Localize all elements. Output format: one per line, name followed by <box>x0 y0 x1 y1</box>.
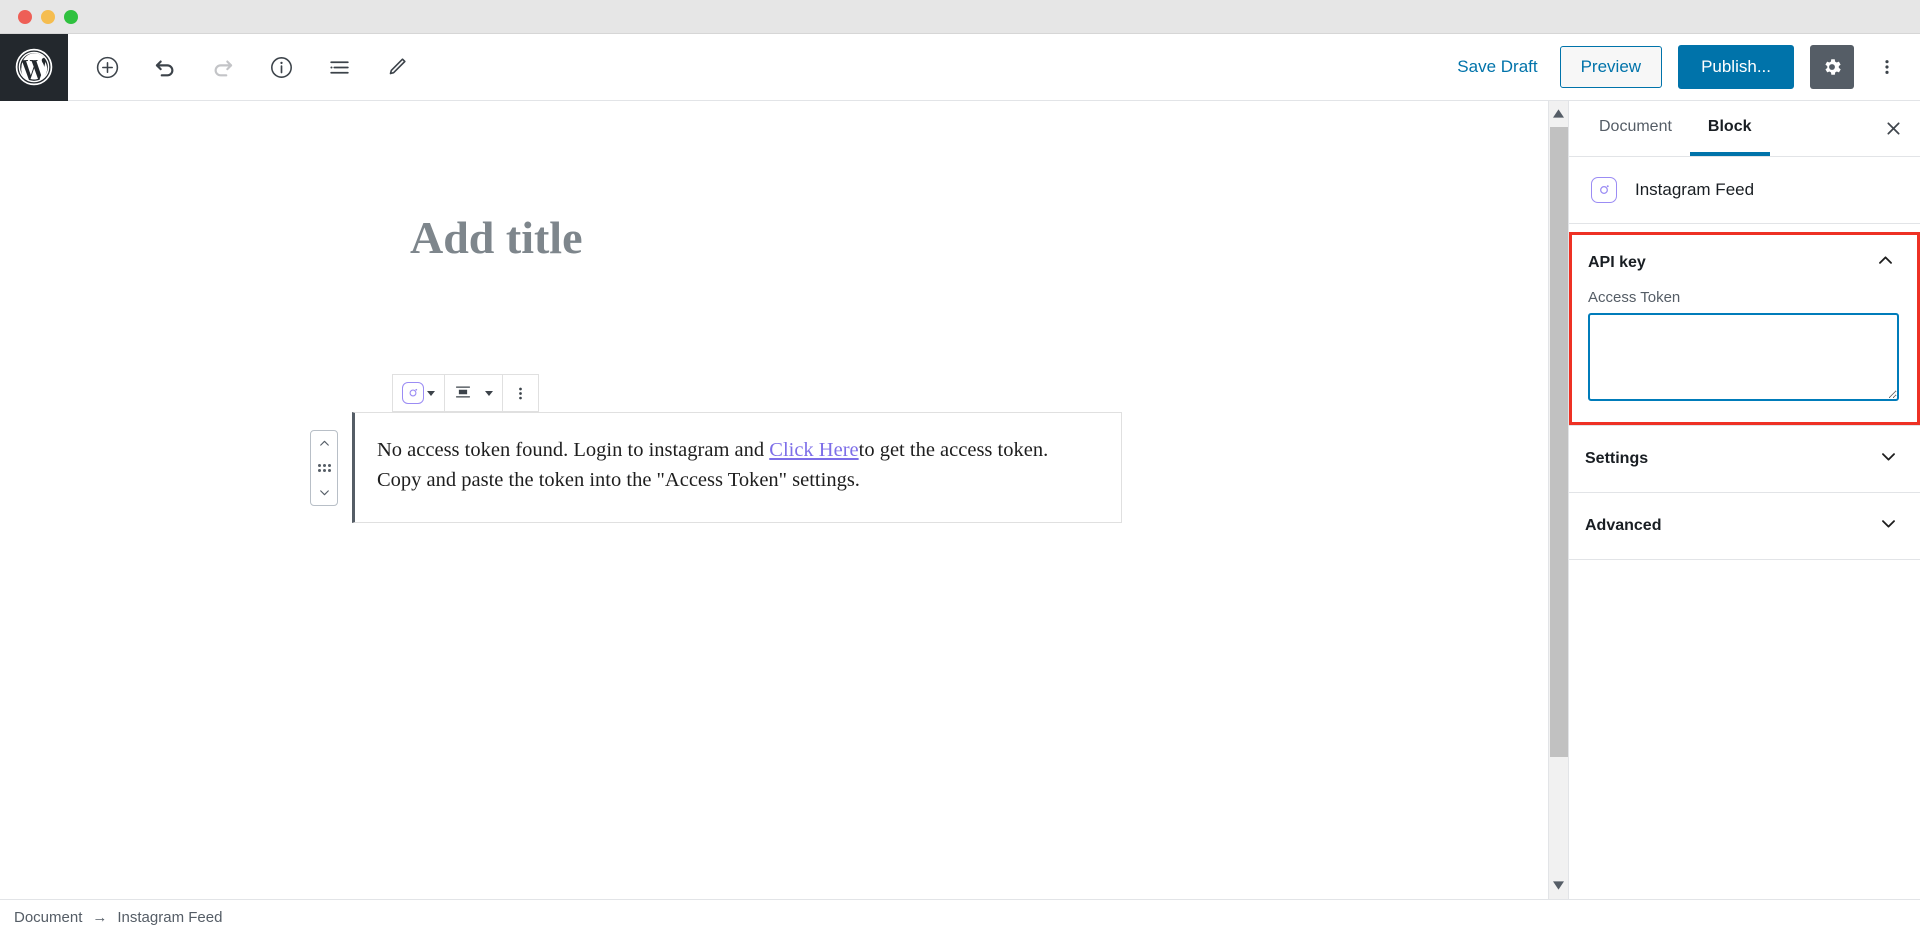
editor-canvas[interactable]: Add title No access token found. Login t… <box>0 101 1548 899</box>
block-name-label: Instagram Feed <box>1635 180 1755 199</box>
panel-settings-title: Settings <box>1585 450 1649 467</box>
block-align-button[interactable] <box>445 375 502 411</box>
add-block-button[interactable] <box>82 42 132 92</box>
panel-api-key-title: API key <box>1588 254 1646 271</box>
tab-document[interactable]: Document <box>1581 101 1690 156</box>
close-sidebar-button[interactable] <box>1866 101 1920 156</box>
block-toolbar <box>392 374 539 412</box>
breadcrumb-separator: → <box>92 909 108 926</box>
settings-sidebar: Document Block Instagram Feed API key Ac… <box>1568 101 1920 899</box>
message-part-before: No access token found. Login to instagra… <box>377 439 770 461</box>
block-message-text: No access token found. Login to instagra… <box>377 435 1095 496</box>
undo-button[interactable] <box>140 42 190 92</box>
chevron-up-icon[interactable] <box>1876 251 1895 275</box>
block-mover-controls <box>310 430 338 506</box>
breadcrumb-item-document[interactable]: Document <box>14 909 82 926</box>
scroll-up-arrow-icon[interactable] <box>1553 101 1564 127</box>
chevron-down-icon <box>427 390 435 396</box>
tab-block[interactable]: Block <box>1689 101 1770 156</box>
settings-gear-button[interactable] <box>1810 45 1854 89</box>
chevron-down-icon <box>319 490 329 496</box>
window-maximize-button[interactable] <box>64 9 78 24</box>
selected-block-region: No access token found. Login to instagra… <box>310 374 1122 523</box>
chevron-down-icon <box>485 390 493 396</box>
panel-api-key-body: Access Token <box>1572 289 1917 422</box>
block-type-group <box>393 375 445 411</box>
list-view-button[interactable] <box>314 42 364 92</box>
block-more-options-button[interactable] <box>503 375 538 411</box>
breadcrumb-item-block[interactable]: Instagram Feed <box>117 909 222 926</box>
sidebar-tab-list: Document Block <box>1569 101 1920 157</box>
block-type-button[interactable] <box>393 375 444 411</box>
scrollbar-track[interactable] <box>1549 127 1568 873</box>
access-token-label: Access Token <box>1588 289 1681 306</box>
pencil-icon[interactable] <box>372 42 422 92</box>
preview-button[interactable]: Preview <box>1559 46 1663 88</box>
move-block-up-button[interactable] <box>318 437 331 450</box>
publish-actions-group: Save Draft Preview Publish... <box>1451 45 1920 89</box>
click-here-link[interactable]: Click Here <box>769 439 858 461</box>
canvas-scrollbar[interactable] <box>1548 101 1568 899</box>
save-draft-button[interactable]: Save Draft <box>1451 49 1543 85</box>
breadcrumb: Document → Instagram Feed <box>0 899 1920 935</box>
content-info-button[interactable] <box>256 42 306 92</box>
editor-body: Add title No access token found. Login t… <box>0 101 1920 899</box>
instagram-icon <box>1591 177 1617 203</box>
scroll-down-arrow-icon[interactable] <box>1553 873 1564 899</box>
editor-top-bar: Save Draft Preview Publish... <box>0 33 1920 101</box>
align-center-icon <box>454 383 472 404</box>
panel-api-key: API key Access Token <box>1569 232 1920 425</box>
more-options-button[interactable] <box>1870 45 1904 89</box>
panel-advanced[interactable]: Advanced <box>1569 493 1920 560</box>
kebab-menu-icon <box>519 387 522 399</box>
close-icon <box>1886 122 1900 135</box>
panel-advanced-title: Advanced <box>1585 517 1662 534</box>
wordpress-logo[interactable] <box>0 33 68 101</box>
instagram-feed-block[interactable]: No access token found. Login to instagra… <box>352 412 1122 523</box>
redo-button[interactable] <box>198 42 248 92</box>
panel-api-key-header[interactable]: API key <box>1572 235 1917 289</box>
chevron-up-icon <box>319 440 329 446</box>
chevron-down-icon[interactable] <box>1879 447 1898 471</box>
move-block-down-button[interactable] <box>318 486 331 499</box>
post-title-input[interactable]: Add title <box>410 211 1548 264</box>
block-align-group <box>445 375 503 411</box>
publish-button[interactable]: Publish... <box>1678 45 1794 89</box>
block-more-group <box>503 375 538 411</box>
chevron-down-icon[interactable] <box>1879 514 1898 538</box>
window-minimize-button[interactable] <box>41 9 55 24</box>
window-close-button[interactable] <box>18 9 32 24</box>
access-token-textarea[interactable] <box>1588 313 1899 401</box>
scrollbar-thumb[interactable] <box>1550 127 1568 757</box>
gear-icon <box>1825 59 1841 75</box>
window-title-bar <box>0 0 1920 34</box>
selected-block-info: Instagram Feed <box>1569 157 1920 224</box>
kebab-menu-icon <box>1885 60 1889 74</box>
panel-settings[interactable]: Settings <box>1569 425 1920 493</box>
editor-tools-group <box>68 42 422 92</box>
drag-handle-icon[interactable] <box>317 464 331 472</box>
instagram-icon <box>402 382 424 404</box>
